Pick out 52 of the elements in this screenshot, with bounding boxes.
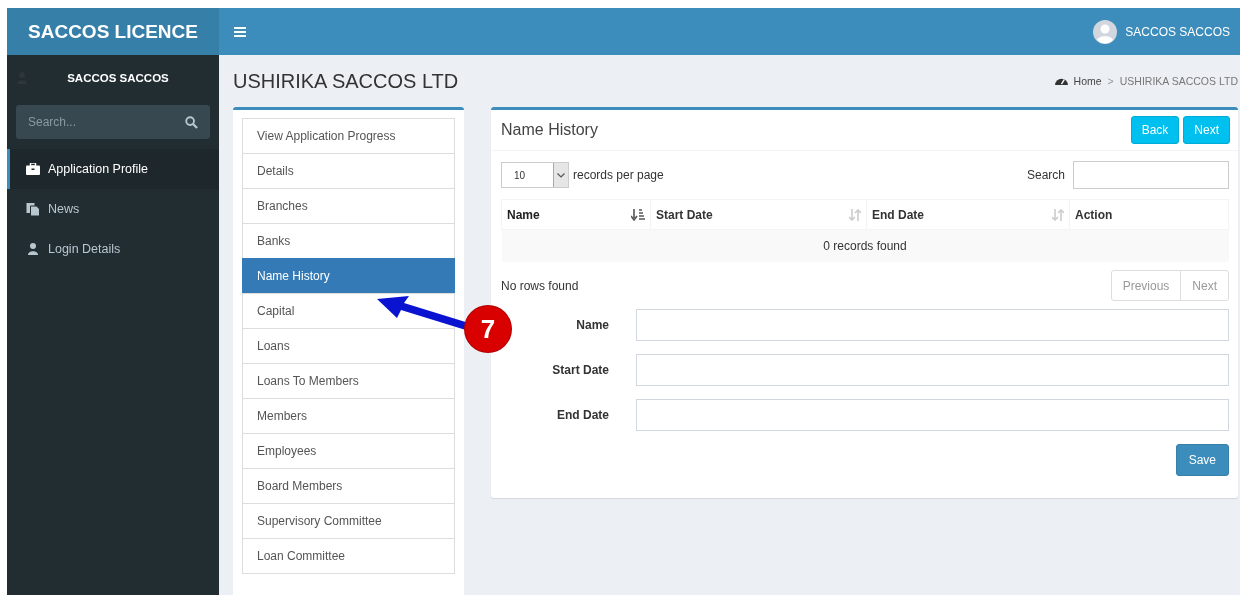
menu-icon[interactable] [234,26,246,37]
input-field[interactable] [636,399,1229,431]
page-title: USHIRIKA SACCOS LTD [233,69,460,93]
sidebar-user-name: SACCOS SACCOS [66,72,170,84]
field-label: End Date [556,408,610,422]
search-icon[interactable] [185,116,198,129]
input-field[interactable] [636,354,1229,386]
breadcrumb-link[interactable]: Home [1073,75,1102,87]
input-field[interactable] [636,309,1229,341]
section-link[interactable]: Employees [242,433,455,469]
field-label: Start Date [551,363,610,377]
empty-table-message: 0 records found [501,229,1229,262]
section-link[interactable]: Loans [242,328,455,364]
page-length-select[interactable]: 10 [501,162,569,188]
column-header[interactable]: Start Date [650,199,867,230]
table-info: No rows found [501,278,579,293]
section-link[interactable]: View Application Progress [242,118,455,154]
section-link[interactable]: Members [242,398,455,434]
caret-icon [557,172,565,178]
sidebar-item[interactable]: Application Profile [7,149,219,189]
length-label: records per page [573,168,664,182]
brand-title: SACCOS LICENCE [7,8,219,55]
section-link[interactable]: Details [242,153,455,189]
section-link[interactable]: Loan Committee [242,538,455,574]
dashboard-icon [1054,76,1068,86]
user-name[interactable]: SACCOS SACCOS [1125,24,1230,39]
briefcase-icon [26,163,40,175]
sort-icon [1052,208,1064,221]
section-link[interactable]: Capital [242,293,455,329]
sidebar-search-field[interactable]: Search... [16,105,210,139]
column-header[interactable]: End Date [866,199,1070,230]
section-link[interactable]: Banks [242,223,455,259]
section-link[interactable]: Loans To Members [242,363,455,399]
column-header[interactable]: Action [1069,199,1229,230]
sort-icon [631,208,645,221]
section-link[interactable]: Board Members [242,468,455,504]
sort-icon [849,208,861,221]
field-label: Name [575,318,610,332]
section-link[interactable]: Name History [242,258,455,294]
section-link[interactable]: Branches [242,188,455,224]
breadcrumb-separator: > [1107,75,1114,87]
panel-title: Name History [501,121,598,139]
sidebar-item[interactable]: Login Details [7,229,219,269]
column-header[interactable]: Name [501,199,651,230]
user-icon [26,243,40,255]
documents-icon [26,202,40,216]
section-link[interactable]: Supervisory Committee [242,503,455,539]
search-field[interactable] [1073,161,1229,189]
avatar-icon[interactable] [1093,19,1118,44]
sidebar-item[interactable]: News [7,189,219,229]
save-button[interactable]: Save [1175,444,1229,476]
search-label: Search [1026,168,1065,182]
